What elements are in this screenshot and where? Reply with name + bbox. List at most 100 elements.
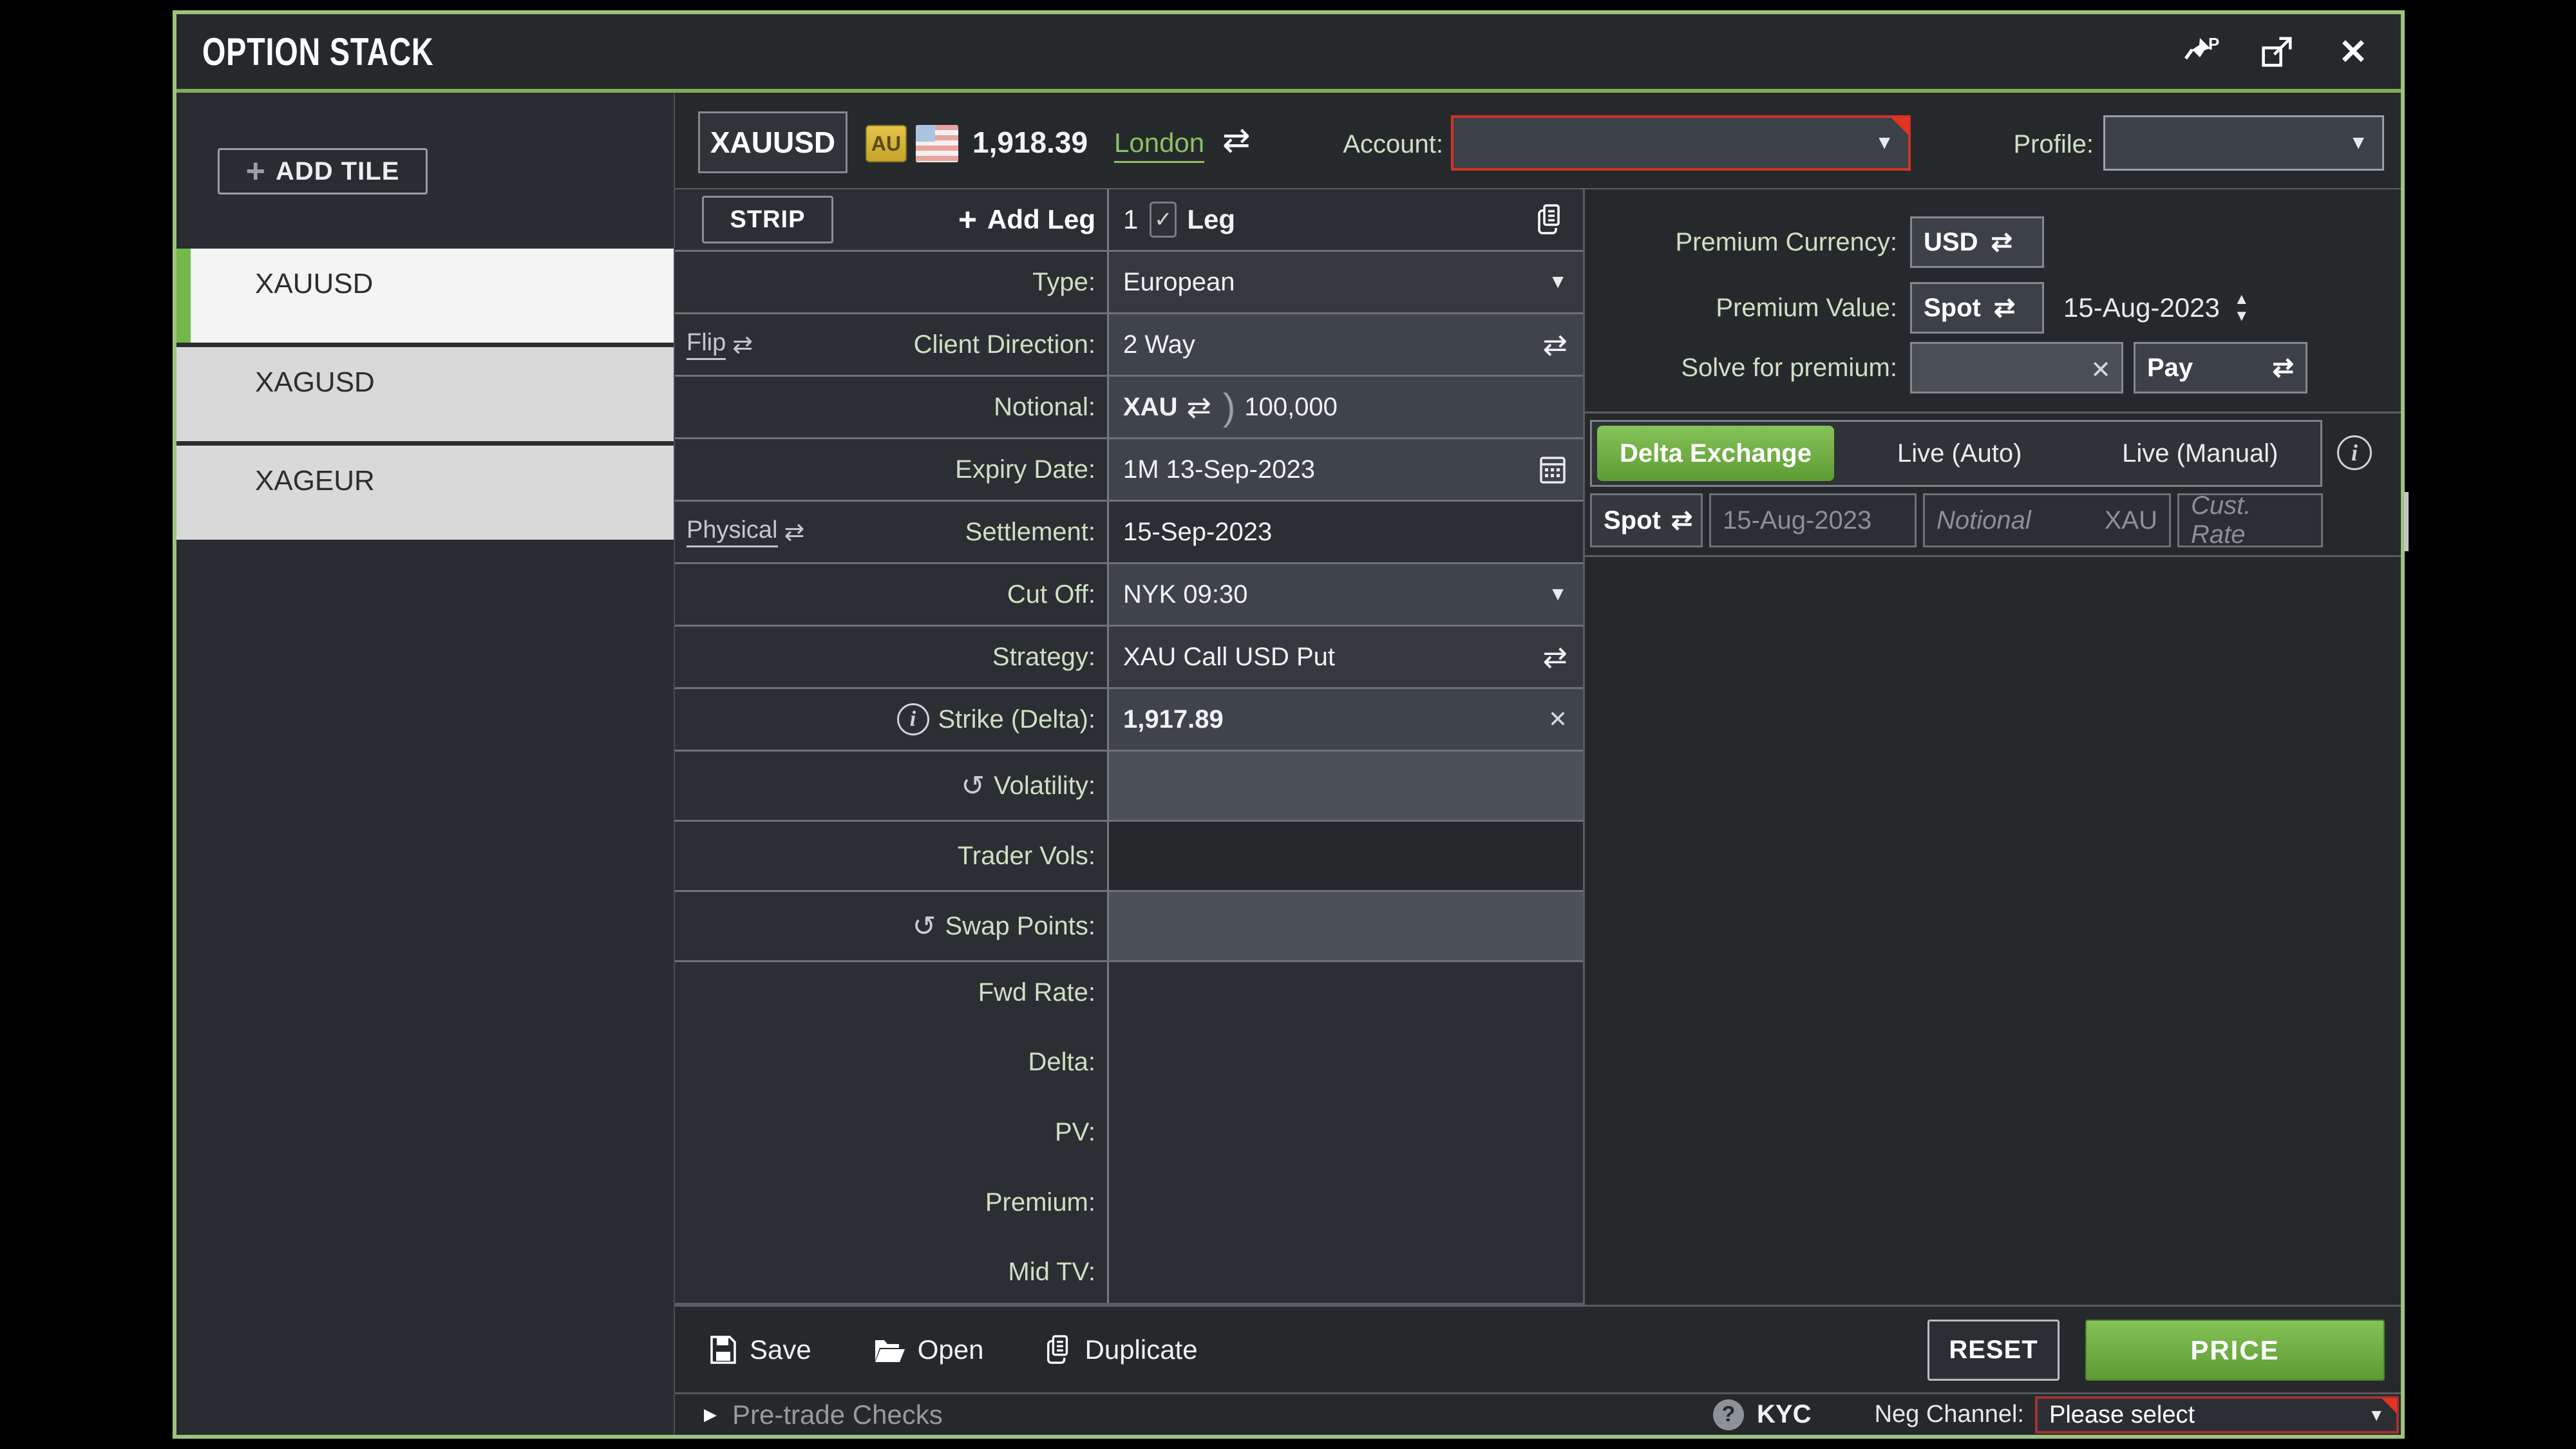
add-leg-button[interactable]: + Add Leg xyxy=(958,201,1095,238)
leg-number: 1 xyxy=(1123,204,1138,235)
tile-label: XAGUSD xyxy=(255,366,375,398)
leg-label: Leg xyxy=(1187,204,1235,235)
refresh-icon[interactable]: ↺ xyxy=(913,910,936,943)
pay-receive-toggle[interactable]: Pay ⇄ xyxy=(2134,342,2307,393)
clear-icon[interactable]: ✕ xyxy=(1548,706,1567,733)
spin-down-icon: ▼ xyxy=(2234,308,2249,324)
clear-icon[interactable]: ✕ xyxy=(2090,355,2111,384)
screen: OPTION STACK P ✕ xyxy=(0,0,2576,1449)
notional-amount[interactable]: 100,000 xyxy=(1244,393,1338,422)
notional-currency[interactable]: XAU xyxy=(1123,393,1177,422)
hedge-notional-field[interactable]: Notional XAU xyxy=(1923,493,2171,547)
hedge-tab-bar: Delta Exchange Live (Auto) Live (Manual) xyxy=(1590,420,2322,487)
cutoff-row: Cut Off: NYK 09:30 ▼ xyxy=(675,564,1583,627)
strike-field[interactable]: 1,917.89 ✕ xyxy=(1109,689,1583,750)
chevron-down-icon: ▼ xyxy=(2368,1405,2385,1425)
venue-swap-icon[interactable]: ⇄ xyxy=(1222,121,1251,160)
tab-live-auto[interactable]: Live (Auto) xyxy=(1839,439,2080,468)
hedge-cust-rate-field[interactable]: Cust. Rate xyxy=(2177,493,2323,547)
strip-row: STRIP + Add Leg 1 ✓ xyxy=(675,189,1583,252)
kyc-status[interactable]: ? KYC xyxy=(1713,1399,1811,1430)
calendar-icon[interactable] xyxy=(1538,454,1567,485)
physical-link[interactable]: Physical ⇄ xyxy=(687,516,804,547)
tab-live-manual[interactable]: Live (Manual) xyxy=(2080,439,2321,468)
profile-dropdown[interactable]: ▼ xyxy=(2103,115,2384,171)
premium-value-label: Premium Value: xyxy=(1585,294,1910,323)
trader-vols-field[interactable] xyxy=(1109,822,1583,890)
flip-link[interactable]: Flip ⇄ xyxy=(687,329,753,360)
option-stack-window: OPTION STACK P ✕ xyxy=(173,10,2405,1439)
hedge-mode-toggle[interactable]: Spot ⇄ xyxy=(1590,493,1703,547)
expiry-field[interactable]: 1M 13-Sep-2023 xyxy=(1109,439,1583,500)
premium-currency-toggle[interactable]: USD ⇄ xyxy=(1910,216,2044,268)
strategy-row: Strategy: XAU Call USD Put ⇄ xyxy=(675,627,1583,689)
account-label: Account: xyxy=(1276,130,1443,159)
expand-arrow-icon[interactable]: ▶ xyxy=(704,1405,717,1425)
pair-box[interactable]: XAUUSD xyxy=(698,111,848,173)
folder-open-icon xyxy=(873,1335,906,1365)
expiry-row: Expiry Date: 1M 13-Sep-2023 xyxy=(675,439,1583,502)
sidebar-tile-xauusd[interactable]: XAUUSD xyxy=(176,249,674,343)
spin-up-icon: ▲ xyxy=(2234,292,2249,307)
leg-checkbox[interactable]: ✓ xyxy=(1150,202,1177,238)
strip-button[interactable]: STRIP xyxy=(702,196,833,243)
strategy-field[interactable]: XAU Call USD Put ⇄ xyxy=(1109,627,1583,687)
sidebar-tile-xageur[interactable]: XAGEUR xyxy=(176,446,674,540)
info-icon: i xyxy=(897,703,929,735)
refresh-icon[interactable]: ↺ xyxy=(961,770,985,802)
chevron-down-icon: ▼ xyxy=(1548,583,1567,605)
popout-icon[interactable] xyxy=(2258,32,2297,71)
premium-value-mode-toggle[interactable]: Spot ⇄ xyxy=(1910,282,2044,334)
hedge-date-field[interactable]: 15-Aug-2023 xyxy=(1709,493,1917,547)
client-direction-field[interactable]: 2 Way ⇄ xyxy=(1109,314,1583,375)
type-row: Type: European ▼ xyxy=(675,252,1583,314)
notional-field[interactable]: XAU ⇄ ) 100,000 xyxy=(1109,377,1583,437)
save-button[interactable]: Save xyxy=(708,1334,811,1366)
question-icon: ? xyxy=(1713,1399,1744,1430)
tab-delta-exchange[interactable]: Delta Exchange xyxy=(1597,426,1834,481)
trader-vols-row: Trader Vols: xyxy=(675,822,1583,892)
separator-paren: ) xyxy=(1223,386,1235,429)
settlement-label: Settlement: xyxy=(965,518,1095,547)
scrollbar[interactable] xyxy=(2404,492,2409,551)
swap-icon: ⇄ xyxy=(1671,506,1693,535)
venue-link[interactable]: London xyxy=(1114,128,1204,163)
swap-points-field[interactable] xyxy=(1109,892,1583,960)
gold-au-badge: AU xyxy=(866,125,907,162)
reset-button[interactable]: RESET xyxy=(1927,1320,2060,1381)
duplicate-button[interactable]: Duplicate xyxy=(1045,1334,1197,1366)
price-button[interactable]: PRICE xyxy=(2085,1320,2385,1381)
solve-premium-input[interactable]: ✕ xyxy=(1910,342,2123,393)
close-icon[interactable]: ✕ xyxy=(2334,32,2372,71)
expiry-label: Expiry Date: xyxy=(955,455,1095,484)
neg-channel-dropdown[interactable]: Please select ▼ xyxy=(2035,1396,2399,1434)
premium-currency-label: Premium Currency: xyxy=(1585,228,1910,257)
volatility-field[interactable] xyxy=(1109,752,1583,820)
profile-label: Profile: xyxy=(1965,130,2094,159)
sidebar-tile-xagusd[interactable]: XAGUSD xyxy=(176,347,674,441)
type-select[interactable]: European ▼ xyxy=(1109,252,1583,312)
pretrade-checks-toggle[interactable]: Pre-trade Checks xyxy=(732,1399,943,1430)
account-dropdown[interactable]: ▼ xyxy=(1451,115,1911,171)
strategy-label: Strategy: xyxy=(992,643,1095,672)
volatility-row: ↺ Volatility: xyxy=(675,752,1583,822)
premium-label: Premium: xyxy=(985,1188,1095,1217)
open-button[interactable]: Open xyxy=(873,1334,984,1365)
strike-row: i Strike (Delta): 1,917.89 ✕ xyxy=(675,689,1583,752)
premium-value-date[interactable]: 15-Aug-2023 xyxy=(2063,292,2220,323)
svg-text:P: P xyxy=(2208,34,2219,53)
hedge-info-icon[interactable]: i xyxy=(2337,435,2372,470)
pin-profile-icon[interactable]: P xyxy=(2182,32,2221,71)
check-icon: ✓ xyxy=(1154,207,1173,232)
swap-icon[interactable]: ⇄ xyxy=(1542,639,1567,674)
plus-icon: + xyxy=(246,155,265,188)
swap-icon: ⇄ xyxy=(1991,227,2012,257)
swap-icon[interactable]: ⇄ xyxy=(1542,327,1567,362)
add-tile-button[interactable]: + ADD TILE xyxy=(218,148,428,194)
swap-icon: ⇄ xyxy=(784,518,805,547)
cutoff-select[interactable]: NYK 09:30 ▼ xyxy=(1109,564,1583,625)
duplicate-leg-icon[interactable] xyxy=(1535,204,1565,236)
date-stepper[interactable]: ▲ ▼ xyxy=(2234,292,2249,324)
status-bar: ▶ Pre-trade Checks ? KYC Neg Channel: Pl… xyxy=(675,1392,2401,1435)
swap-icon[interactable]: ⇄ xyxy=(1186,390,1211,424)
